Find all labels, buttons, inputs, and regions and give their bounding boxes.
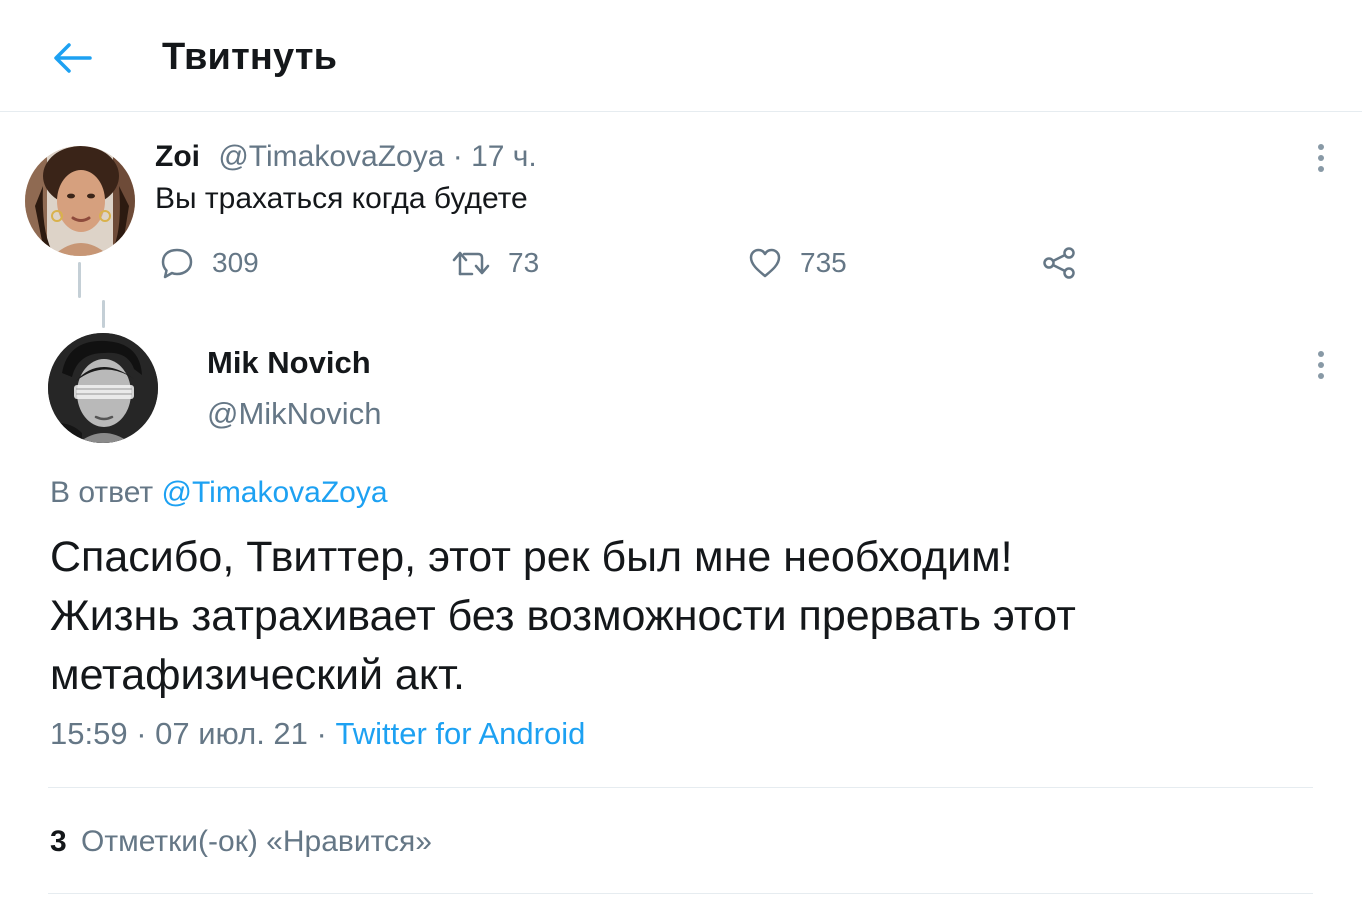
reply-count: 309 — [212, 247, 259, 278]
separator: · — [127, 716, 156, 751]
tweet-meta: Zoi @TimakovaZoya · 17 ч. — [155, 140, 537, 174]
top-bar: Твитнуть — [0, 0, 1362, 112]
reply-context: В ответ @TimakovaZoya — [50, 476, 388, 510]
reply-icon — [161, 248, 193, 279]
retweet-button[interactable]: 73 — [452, 243, 539, 283]
reply-handle-link[interactable]: @TimakovaZoya — [161, 476, 387, 509]
arrow-left-icon — [54, 43, 92, 73]
source-link[interactable]: Twitter for Android — [335, 716, 585, 751]
like-count: 735 — [800, 247, 847, 278]
separator: · — [307, 716, 336, 751]
heart-icon — [749, 248, 781, 278]
divider — [48, 893, 1313, 894]
retweet-icon — [452, 251, 490, 276]
more-options-button[interactable] — [1306, 345, 1336, 385]
thread-line — [102, 300, 105, 328]
tweet-timestamp: 15:59 · 07 июл. 21 · Twitter for Android — [50, 716, 585, 752]
share-icon — [1043, 247, 1075, 279]
likes-label: Отметки(-ок) «Нравится» — [81, 825, 432, 858]
share-button[interactable] — [1042, 243, 1096, 283]
likes-summary[interactable]: 3 Отметки(-ок) «Нравится» — [50, 825, 432, 859]
tweet-time: 15:59 — [50, 716, 128, 751]
separator: · — [444, 140, 472, 173]
reply-prefix: В ответ — [50, 476, 162, 509]
page-title: Твитнуть — [162, 36, 338, 78]
avatar[interactable] — [48, 333, 158, 443]
tweet-text-line: Спасибо, Твиттер, этот рек был мне необх… — [50, 533, 1013, 581]
divider — [48, 787, 1313, 788]
timestamp[interactable]: 17 ч. — [471, 140, 537, 173]
display-name[interactable]: Mik Novich — [207, 345, 371, 381]
avatar[interactable] — [25, 146, 135, 256]
reply-button[interactable]: 309 — [160, 243, 259, 283]
handle[interactable]: @TimakovaZoya — [218, 140, 444, 173]
like-button[interactable]: 735 — [748, 243, 847, 283]
likes-count: 3 — [50, 825, 67, 858]
tweet-text: Спасибо, Твиттер, этот рек был мне необх… — [50, 528, 1300, 705]
tweet-text: Вы трахаться когда будете — [155, 182, 528, 215]
more-options-button[interactable] — [1306, 138, 1336, 178]
tweet-text-line: Жизнь затрахивает без возможности прерва… — [50, 592, 1076, 640]
more-vertical-icon — [1318, 351, 1324, 379]
thread-line — [78, 262, 81, 298]
retweet-count: 73 — [508, 247, 540, 278]
more-vertical-icon — [1318, 144, 1324, 172]
display-name[interactable]: Zoi — [155, 140, 200, 173]
back-button[interactable] — [44, 30, 100, 86]
tweet-text-line: метафизический акт. — [50, 651, 466, 699]
tweet-date: 07 июл. 21 — [155, 716, 308, 751]
handle[interactable]: @MikNovich — [207, 396, 381, 432]
